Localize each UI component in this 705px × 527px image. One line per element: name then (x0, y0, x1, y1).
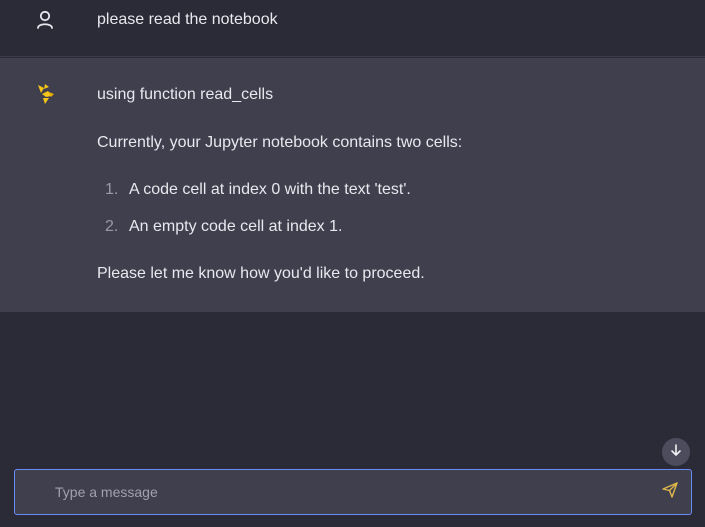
arrow-down-icon (669, 443, 683, 462)
assistant-outro-text: Please let me know how you'd like to pro… (97, 265, 425, 282)
message-input[interactable] (55, 470, 645, 513)
scroll-to-bottom-button[interactable] (662, 438, 690, 466)
assistant-intro-text: Currently, your Jupyter notebook contain… (97, 134, 463, 151)
message-composer (14, 469, 692, 515)
user-message: please read the notebook (0, 0, 705, 57)
function-call-text: using function read_cells (97, 86, 274, 103)
list-item-number: 2. (105, 218, 119, 235)
assistant-message: using function read_cells Currently, you… (0, 58, 705, 312)
list-item-text: A code cell at index 0 with the text 'te… (129, 181, 411, 198)
send-icon (661, 481, 679, 504)
list-item: 2. An empty code cell at index 1. (97, 217, 677, 254)
chat-panel: please read the notebook using function … (0, 0, 705, 527)
list-item-number: 1. (105, 181, 119, 198)
jupyter-bot-icon (34, 82, 58, 106)
user-icon (33, 8, 57, 32)
list-item-text: An empty code cell at index 1. (129, 218, 343, 235)
send-button[interactable] (659, 481, 681, 503)
cell-list: 1. A code cell at index 0 with the text … (97, 180, 677, 254)
list-item: 1. A code cell at index 0 with the text … (97, 180, 677, 217)
user-message-text: please read the notebook (97, 11, 278, 28)
